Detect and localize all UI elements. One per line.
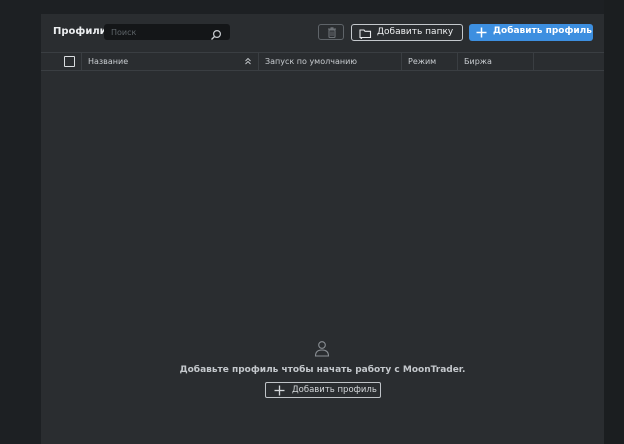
column-header-exchange[interactable]: Биржа bbox=[458, 53, 534, 70]
page-title: Профили bbox=[53, 26, 107, 37]
empty-add-profile-button[interactable]: Добавить профиль bbox=[265, 382, 381, 398]
column-header-exchange-label: Биржа bbox=[464, 57, 492, 66]
add-profile-label: Добавить профиль bbox=[493, 26, 592, 36]
column-header-name[interactable]: Название bbox=[82, 53, 259, 70]
user-icon bbox=[314, 341, 330, 357]
column-header-launch-label: Запуск по умолчанию bbox=[265, 57, 358, 66]
add-profile-button[interactable]: Добавить профиль bbox=[469, 24, 593, 41]
profiles-toolbar: Профили Добави bbox=[41, 14, 604, 52]
search-box bbox=[104, 24, 230, 40]
table-header: Название Запуск по умолчанию Режим Биржа bbox=[41, 52, 604, 71]
column-header-name-label: Название bbox=[88, 57, 129, 66]
left-sidebar-strip bbox=[0, 0, 41, 444]
sort-icon[interactable] bbox=[244, 57, 252, 65]
column-header-mode-label: Режим bbox=[408, 57, 437, 66]
add-folder-label: Добавить папку bbox=[377, 27, 454, 37]
right-scroll-strip bbox=[604, 0, 624, 444]
select-all-cell bbox=[41, 53, 82, 70]
empty-state: Добавьте профиль чтобы начать работу с M… bbox=[41, 340, 604, 400]
folder-icon bbox=[359, 29, 372, 39]
search-icon[interactable] bbox=[210, 26, 222, 40]
empty-add-profile-label: Добавить профиль bbox=[292, 385, 377, 395]
plus-icon bbox=[274, 385, 285, 396]
delete-button[interactable] bbox=[318, 24, 344, 40]
select-all-checkbox[interactable] bbox=[64, 56, 75, 67]
column-header-mode[interactable]: Режим bbox=[402, 53, 458, 70]
empty-state-message: Добавьте профиль чтобы начать работу с M… bbox=[179, 365, 466, 375]
add-folder-button[interactable]: Добавить папку bbox=[351, 24, 463, 41]
column-header-launch[interactable]: Запуск по умолчанию bbox=[259, 53, 402, 70]
search-input[interactable] bbox=[104, 24, 211, 40]
profiles-panel: Профили Добави bbox=[41, 14, 604, 444]
trash-icon bbox=[328, 27, 336, 38]
plus-icon bbox=[476, 27, 487, 38]
